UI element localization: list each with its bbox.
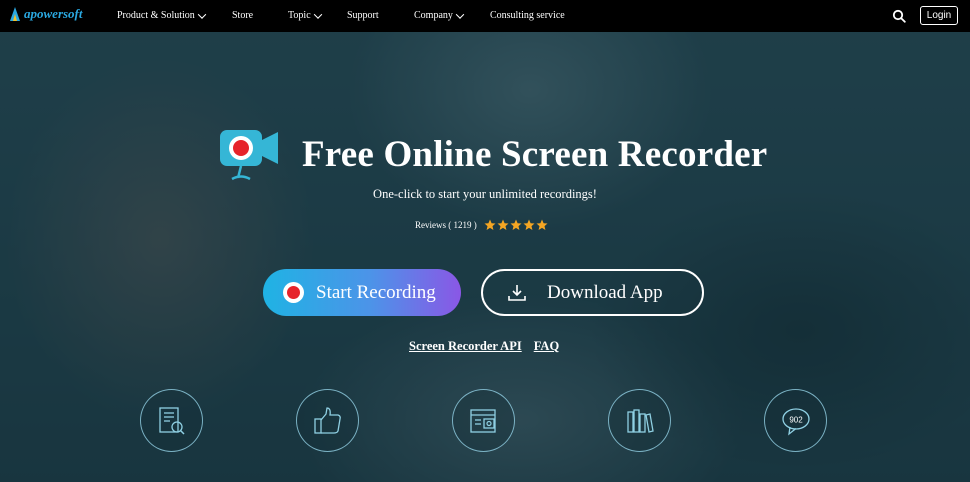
reviews-rating: Reviews ( 1219 ) (415, 219, 548, 231)
login-button[interactable]: Login (920, 6, 958, 25)
logo-icon (10, 7, 20, 21)
hero-links: Screen Recorder API FAQ (409, 339, 559, 354)
feature-books[interactable] (608, 389, 671, 452)
download-icon (508, 284, 526, 301)
video-camera-icon (220, 130, 278, 181)
start-recording-label: Start Recording (316, 281, 436, 303)
top-nav: apowersoft Product & Solution Store Topi… (0, 0, 970, 32)
chevron-down-icon (313, 9, 322, 19)
nav-item-label: Product & Solution (117, 10, 195, 21)
nav-item-consulting-service[interactable]: Consulting service (490, 10, 565, 21)
nav-item-label: Topic (288, 10, 311, 21)
chevron-down-icon (197, 9, 207, 19)
thumbs-up-icon (313, 406, 341, 434)
logo-text: apowersoft (24, 6, 83, 21)
feature-thumbs-up[interactable] (296, 389, 359, 452)
star-icon (536, 219, 548, 230)
feature-browser-window[interactable] (452, 389, 515, 452)
faq-link[interactable]: FAQ (534, 339, 559, 354)
nav-item-topic[interactable]: Topic (288, 9, 322, 21)
nav-item-label: Company (414, 10, 453, 21)
search-icon[interactable] (892, 9, 906, 23)
page-title: Free Online Screen Recorder (302, 133, 768, 175)
browser-window-icon (469, 408, 496, 433)
nav-item-label: Support (347, 10, 379, 21)
nav-item-store[interactable]: Store (232, 10, 253, 21)
screen-recorder-api-link[interactable]: Screen Recorder API (409, 339, 522, 354)
download-app-button[interactable]: Download App (481, 269, 704, 316)
feature-chat-bubble[interactable]: 902 (764, 389, 827, 452)
page-subtitle: One-click to start your unlimited record… (373, 187, 597, 201)
feature-document-search[interactable] (140, 389, 203, 452)
star-icon (510, 219, 522, 230)
star-icon (484, 219, 496, 230)
nav-item-label: Consulting service (490, 10, 565, 21)
start-recording-button[interactable]: Start Recording (263, 269, 461, 316)
star-icon (523, 219, 535, 230)
nav-item-product-solution[interactable]: Product & Solution (117, 9, 207, 21)
logo[interactable]: apowersoft (8, 6, 83, 22)
star-icon (497, 219, 509, 230)
star-rating (484, 219, 548, 231)
chat-bubble-icon: 902 (781, 407, 810, 436)
hero-title-row: Free Online Screen Recorder (218, 126, 767, 182)
nav-item-company[interactable]: Company (414, 9, 465, 21)
document-search-icon (158, 406, 185, 435)
reviews-label: Reviews ( 1219 ) (415, 220, 477, 230)
nav-item-label: Store (232, 10, 254, 21)
nav-item-support[interactable]: Support (347, 10, 379, 21)
chevron-down-icon (455, 9, 465, 19)
chat-count: 902 (789, 415, 803, 424)
download-app-label: Download App (547, 281, 663, 303)
books-icon (626, 408, 654, 433)
record-icon (283, 282, 304, 303)
